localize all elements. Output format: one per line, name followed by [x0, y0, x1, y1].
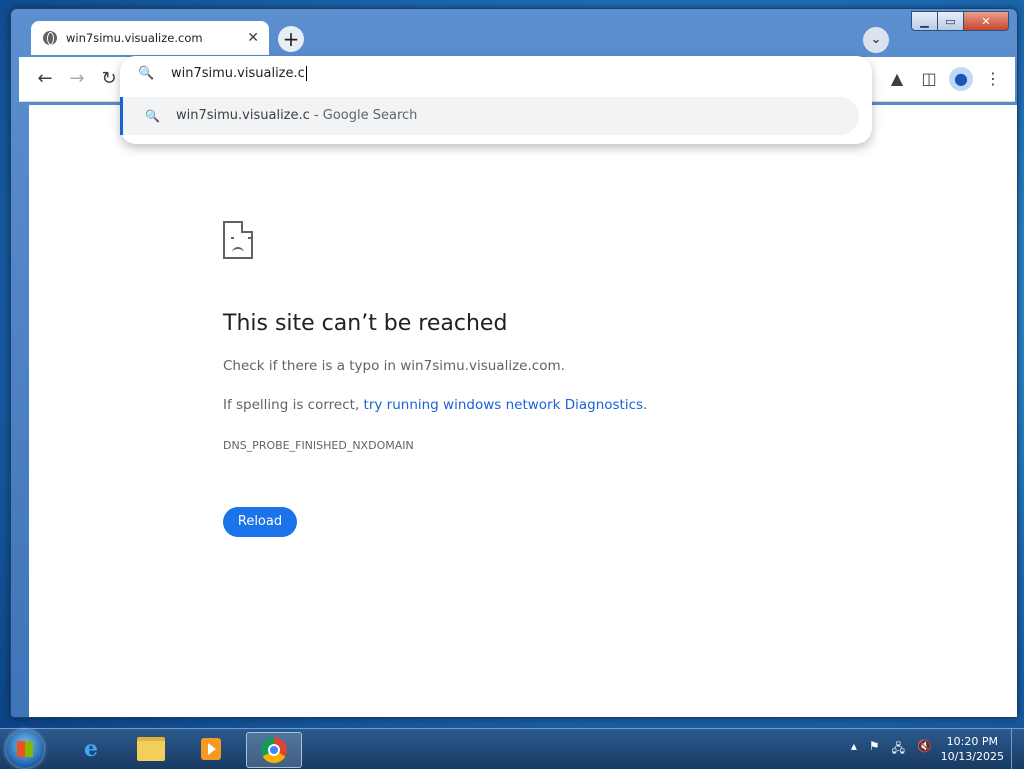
tab-search-button[interactable]: ⌄ — [863, 27, 889, 53]
globe-icon — [43, 31, 57, 45]
tab-title: win7simu.visualize.com — [66, 31, 203, 45]
back-button[interactable]: ← — [33, 67, 57, 91]
taskbar: e ▴ ⚑ 🖧 🔇 10:20 PM 10/13/2025 — [0, 728, 1024, 769]
close-tab-icon[interactable]: ✕ — [247, 30, 259, 46]
search-icon: 🔍 — [138, 66, 155, 81]
error-title: This site can’t be reached — [223, 311, 508, 336]
chrome-icon[interactable] — [246, 732, 302, 768]
suggestion-search-icon: 🔍 — [145, 109, 160, 123]
clock-date: 10/13/2025 — [940, 750, 1004, 763]
omnibox-suggestion[interactable]: 🔍 win7simu.visualize.c - Google Search — [120, 97, 859, 135]
internet-explorer-icon[interactable]: e — [64, 732, 118, 766]
clock-time: 10:20 PM — [946, 735, 998, 748]
omnibox-dropdown: 🔍 win7simu.visualize.c 🔍 win7simu.visual… — [120, 56, 872, 144]
error-page: This site can’t be reached Check if ther… — [29, 105, 1017, 717]
diagnostics-link[interactable]: try running windows network Diagnostics — [364, 397, 644, 413]
volume-muted-icon[interactable]: 🔇 — [917, 739, 932, 760]
suggestion-text: win7simu.visualize.c - Google Search — [176, 108, 418, 123]
menu-icon[interactable]: ⋮ — [981, 67, 1005, 91]
error-diagnostics-hint: If spelling is correct, try running wind… — [223, 397, 648, 413]
network-icon[interactable]: 🖧 — [892, 739, 905, 760]
profile-avatar[interactable]: ● — [949, 67, 973, 91]
new-tab-button[interactable]: + — [278, 26, 304, 52]
labs-icon[interactable]: ▲ — [885, 67, 909, 91]
error-typo-hint: Check if there is a typo in win7simu.vis… — [223, 358, 565, 374]
show-hidden-icons-icon[interactable]: ▴ — [851, 739, 857, 760]
reload-page-button[interactable]: Reload — [223, 507, 297, 537]
address-input[interactable]: win7simu.visualize.c — [171, 66, 307, 81]
reload-button[interactable]: ↻ — [97, 67, 121, 91]
system-tray: ▴ ⚑ 🖧 🔇 — [851, 739, 932, 760]
side-panel-icon[interactable]: ◫ — [917, 67, 941, 91]
clock[interactable]: 10:20 PM 10/13/2025 — [941, 734, 1004, 764]
action-center-flag-icon[interactable]: ⚑ — [869, 739, 880, 760]
file-explorer-icon[interactable] — [124, 732, 178, 766]
tab-active[interactable]: win7simu.visualize.com ✕ — [31, 21, 269, 55]
show-desktop-button[interactable] — [1011, 729, 1024, 769]
sad-page-icon — [223, 221, 253, 259]
error-code: DNS_PROBE_FINISHED_NXDOMAIN — [223, 439, 414, 452]
start-button[interactable] — [6, 730, 44, 768]
toolbar-actions: ▲ ◫ ● ⋮ — [885, 67, 1005, 91]
media-player-icon[interactable] — [184, 732, 238, 766]
forward-button[interactable]: → — [65, 67, 89, 91]
